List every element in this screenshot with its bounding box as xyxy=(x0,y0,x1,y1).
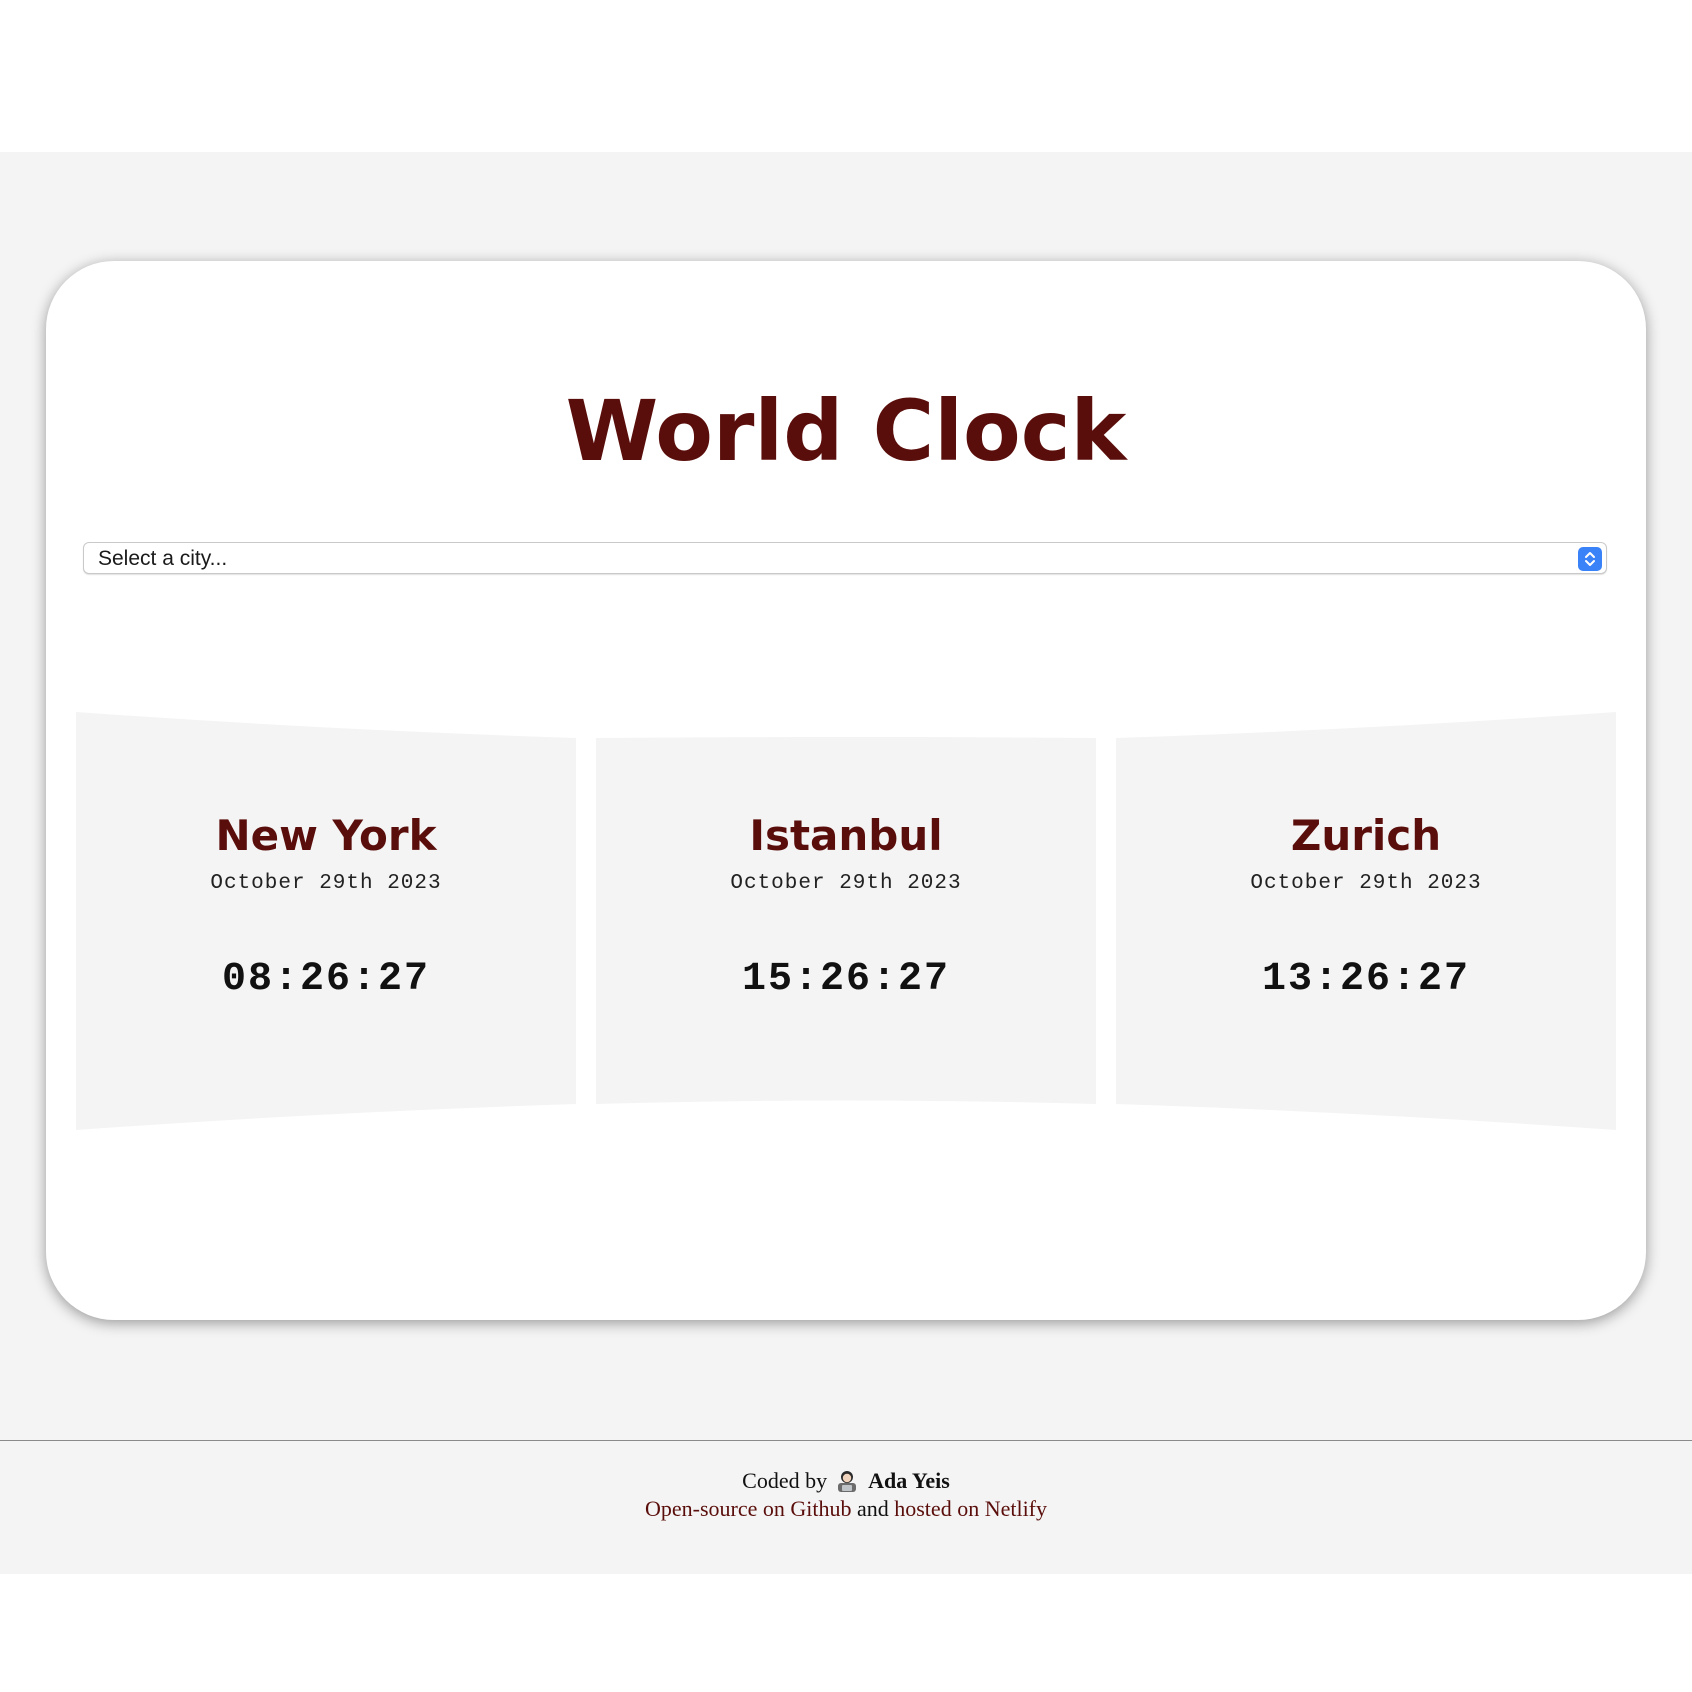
city-panel-left xyxy=(76,712,576,1130)
footer-divider xyxy=(0,1440,1692,1441)
city-name: Zurich xyxy=(1290,811,1442,860)
footer: Coded by Ada Yeis Open-source on Github … xyxy=(0,1467,1692,1523)
city-time: 15:26:27 xyxy=(741,957,951,1002)
city-panel-right xyxy=(1116,712,1616,1130)
city-time: 08:26:27 xyxy=(221,957,431,1002)
footer-and: and xyxy=(856,1496,889,1521)
footer-coded-by: Coded by xyxy=(742,1468,828,1493)
footer-links-line: Open-source on Github and hosted on Netl… xyxy=(0,1495,1692,1523)
city-date: October 29th 2023 xyxy=(210,872,442,895)
netlify-link[interactable]: hosted on Netlify xyxy=(894,1496,1047,1521)
city-name: New York xyxy=(215,811,437,860)
city-time: 13:26:27 xyxy=(1261,957,1471,1002)
woman-technologist-icon xyxy=(835,1468,859,1492)
footer-author: Ada Yeis xyxy=(868,1468,950,1493)
github-link[interactable]: Open-source on Github xyxy=(645,1496,852,1521)
city-date: October 29th 2023 xyxy=(730,872,962,895)
footer-credit-line: Coded by Ada Yeis xyxy=(0,1467,1692,1495)
city-name: Istanbul xyxy=(749,811,943,860)
city-date: October 29th 2023 xyxy=(1250,872,1482,895)
city-panel-center xyxy=(596,737,1096,1104)
